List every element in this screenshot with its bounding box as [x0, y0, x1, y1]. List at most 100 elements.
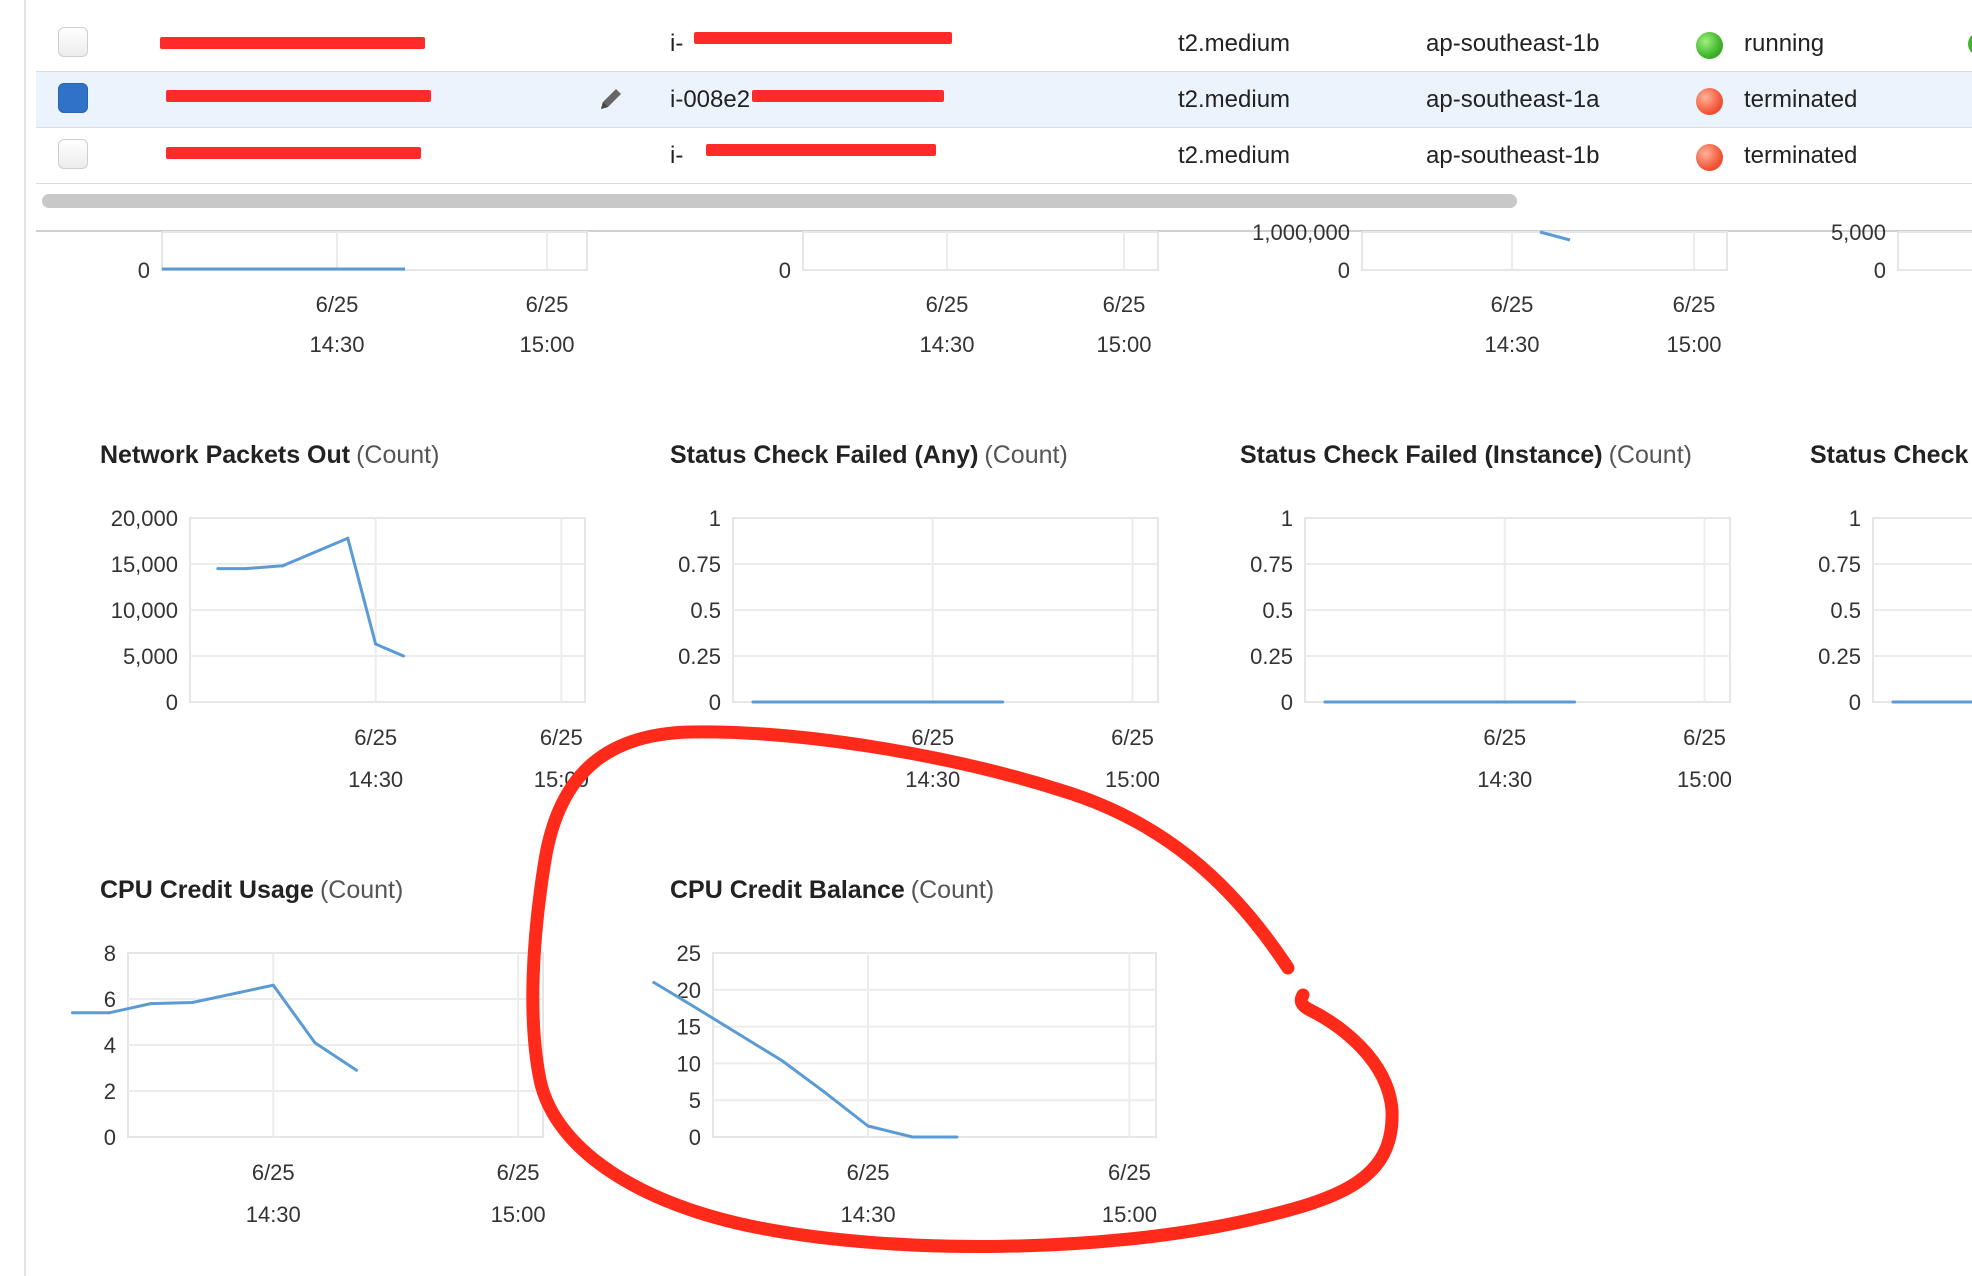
chart-unit-text: (Count): [320, 876, 403, 904]
data-point: [149, 1002, 153, 1006]
data-point: [281, 564, 285, 568]
x-tick-time: 15:00: [534, 767, 589, 792]
cpu-credit-usage-chart: CPU Credit Usage (Count) 8 6 4 2 0 6/25 14:30 6/2…: [70, 876, 546, 1227]
y-tick-label: 10: [677, 1051, 701, 1076]
x-tick-date: 6/25: [1483, 725, 1526, 750]
x-tick-date: 6/25: [497, 1160, 540, 1185]
y-tick-label: 5: [689, 1088, 701, 1113]
x-tick-date: 6/25: [911, 725, 954, 750]
data-point: [1323, 700, 1327, 704]
data-point: [866, 1124, 870, 1128]
y-tick-label: 5,000: [123, 644, 178, 669]
chart-unit-text: (Count): [984, 441, 1067, 469]
y-tick-label: 0: [104, 1125, 116, 1150]
data-point: [244, 567, 248, 571]
cpu-credit-usage-title: CPU Credit Usage (Count): [100, 876, 403, 904]
y-tick-label: 8: [104, 941, 116, 966]
data-point: [346, 536, 350, 540]
y-tick-label: 4: [104, 1033, 116, 1058]
y-tick-label: 0.5: [690, 598, 721, 623]
chart-title-text: CPU Credit Usage: [100, 876, 314, 904]
y-tick-label: 10,000: [111, 598, 178, 623]
data-point: [313, 1041, 317, 1045]
y-tick-label: 25: [677, 941, 701, 966]
status-check-chart: Status Check 1 0.75 0.5 0.25 0: [1810, 441, 1972, 715]
data-point: [822, 1089, 826, 1093]
data-point: [70, 1011, 74, 1015]
status-check-failed-instance-title: Status Check Failed (Instance) (Count): [1240, 441, 1692, 469]
chart-title-text: Status Check: [1810, 441, 1968, 469]
status-check-failed-instance-chart: Status Check Failed (Instance) (Count) 1 0.…: [1240, 441, 1732, 792]
y-tick-label: 0.25: [678, 644, 721, 669]
data-point: [190, 1000, 194, 1004]
network-packets-out-title: Network Packets Out (Count): [100, 441, 439, 469]
y-tick-label: 0: [709, 690, 721, 715]
y-tick-label: 0: [166, 690, 178, 715]
data-point: [1573, 700, 1577, 704]
chart-title-text: Status Check Failed (Instance): [1240, 441, 1603, 469]
cloudwatch-instance-monitoring-view: i- t2.medium ap-southeast-1b running i-0…: [0, 0, 1972, 1276]
data-point: [910, 1135, 914, 1139]
network-packets-out-chart: Network Packets Out (Count) 20,000 15,000 10…: [100, 441, 589, 792]
x-tick-date: 6/25: [1108, 1160, 1151, 1185]
x-tick-time: 15:00: [1105, 767, 1160, 792]
y-tick-label: 0.25: [1818, 644, 1861, 669]
data-point: [751, 700, 755, 704]
y-tick-label: 1: [1849, 506, 1861, 531]
x-tick-time: 15:00: [491, 1202, 546, 1227]
charts-canvas: Network Packets Out (Count)20,00015,00010…: [70, 441, 1972, 1227]
cpu-credit-balance-title: CPU Credit Balance (Count): [670, 876, 994, 904]
y-tick-label: 0.75: [678, 552, 721, 577]
x-tick-time: 15:00: [1677, 767, 1732, 792]
data-point: [401, 654, 405, 658]
plot-frame: [712, 952, 1157, 1138]
x-tick-date: 6/25: [847, 1160, 890, 1185]
x-tick-date: 6/25: [1683, 725, 1726, 750]
status-check-title: Status Check: [1810, 441, 1968, 469]
cpu-credit-balance-chart: CPU Credit Balance (Count)25201510506/251…: [652, 876, 1157, 1227]
data-point: [1891, 700, 1895, 704]
status-check-failed-any-title: Status Check Failed (Any) (Count): [670, 441, 1068, 469]
x-tick-time: 14:30: [841, 1202, 896, 1227]
data-point: [107, 1011, 111, 1015]
data-point: [955, 1135, 959, 1139]
data-point: [354, 1068, 358, 1072]
data-point: [652, 980, 656, 984]
y-tick-label: 0.75: [1250, 552, 1293, 577]
data-point: [780, 1058, 784, 1062]
x-tick-date: 6/25: [252, 1160, 295, 1185]
chart-title-text: Status Check Failed (Any): [670, 441, 978, 469]
y-tick-label: 20,000: [111, 506, 178, 531]
data-point: [374, 642, 378, 646]
chart-title-text: CPU Credit Balance: [670, 876, 905, 904]
y-tick-label: 15,000: [111, 552, 178, 577]
y-tick-label: 0.5: [1830, 598, 1861, 623]
y-tick-label: 0: [1849, 690, 1861, 715]
x-tick-time: 14:30: [348, 767, 403, 792]
x-tick-date: 6/25: [1111, 725, 1154, 750]
y-tick-label: 1: [1281, 506, 1293, 531]
x-tick-time: 14:30: [246, 1202, 301, 1227]
y-tick-label: 0.75: [1818, 552, 1861, 577]
x-tick-time: 14:30: [1477, 767, 1532, 792]
y-tick-label: 15: [677, 1015, 701, 1040]
data-point: [1001, 700, 1005, 704]
y-tick-label: 0.5: [1262, 598, 1293, 623]
status-check-failed-any-chart: Status Check Failed (Any) (Count) 1 0.75 0.5…: [670, 441, 1160, 792]
x-tick-date: 6/25: [540, 725, 583, 750]
y-tick-label: 0: [1281, 690, 1293, 715]
y-tick-label: 2: [104, 1079, 116, 1104]
y-tick-label: 0.25: [1250, 644, 1293, 669]
y-tick-label: 1: [709, 506, 721, 531]
y-tick-label: 0: [689, 1125, 701, 1150]
x-tick-time: 15:00: [1102, 1202, 1157, 1227]
y-tick-label: 6: [104, 987, 116, 1012]
data-point: [216, 567, 220, 571]
chart-unit-text: (Count): [356, 441, 439, 469]
chart-unit-text: (Count): [1609, 441, 1692, 469]
data-point: [691, 1004, 695, 1008]
x-tick-time: 14:30: [905, 767, 960, 792]
data-point: [271, 983, 275, 987]
chart-title-text: Network Packets Out: [100, 441, 351, 469]
x-tick-date: 6/25: [354, 725, 397, 750]
